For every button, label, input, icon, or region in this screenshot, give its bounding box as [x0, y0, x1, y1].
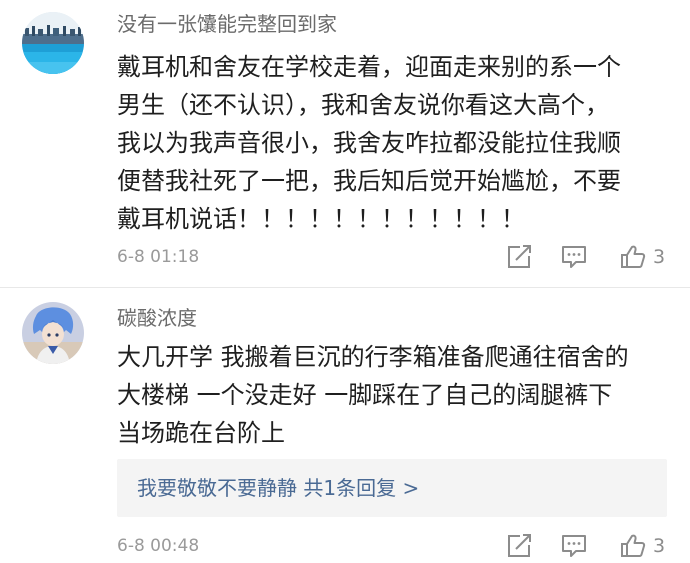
comment-text-line: 男生（还不认识），我和舍友说你看这大高个，: [117, 91, 609, 119]
comment-icon: [562, 246, 586, 268]
thumbs-up-icon: [621, 534, 646, 557]
comment-text-line: 我以为我声音很小，我舍友咋拉都没能拉住我顺: [117, 129, 621, 157]
comment-footer: 6-8 00:48 3: [117, 531, 677, 561]
avatar-icon-landscape: [22, 12, 84, 74]
like-count: 3: [653, 246, 666, 268]
comment-text: 大几开学 我搬着巨沉的行李箱准备爬通往宿舍的 大楼梯 一个没走好 一脚踩在了自己…: [117, 338, 629, 452]
comment-text: 戴耳机和舍友在学校走着，迎面走来别的系一个 男生（还不认识），我和舍友说你看这大…: [117, 48, 621, 238]
avatar-icon-anime: [22, 302, 84, 364]
username[interactable]: 没有一张馕能完整回到家: [117, 10, 337, 38]
comment-time: 6-8 01:18: [117, 247, 200, 267]
share-icon: [508, 534, 531, 557]
comment-text-line: 戴耳机和舍友在学校走着，迎面走来别的系一个: [117, 53, 621, 81]
comment-text-line: 大几开学 我搬着巨沉的行李箱准备爬通往宿舍的: [117, 343, 629, 371]
comment-time: 6-8 00:48: [117, 536, 200, 556]
user-avatar[interactable]: [22, 12, 84, 74]
thumbs-up-icon: [621, 245, 646, 268]
user-avatar[interactable]: [22, 302, 84, 364]
share-button[interactable]: [505, 243, 533, 271]
comment-icon: [562, 535, 586, 557]
comment-item: 碳酸浓度 大几开学 我搬着巨沉的行李箱准备爬通往宿舍的 大楼梯 一个没走好 一脚…: [0, 288, 690, 563]
comment-text-line: 戴耳机说话！！！！！！！！！！！！: [117, 205, 525, 233]
like-button[interactable]: [619, 243, 647, 271]
comment-footer: 6-8 01:18 3: [117, 242, 677, 272]
share-icon: [508, 245, 531, 268]
username[interactable]: 碳酸浓度: [117, 304, 197, 332]
comment-text-line: 便替我社死了一把，我后知后觉开始尴尬，不要: [117, 167, 621, 195]
comment-text-line: 当场跪在台阶上: [117, 419, 285, 447]
reply-preview[interactable]: 我要敬敬不要静静 共1条回复 >: [117, 459, 667, 517]
comment-item: 没有一张馕能完整回到家 戴耳机和舍友在学校走着，迎面走来别的系一个 男生（还不认…: [0, 0, 690, 290]
comment-text-line: 大楼梯 一个没走好 一脚踩在了自己的阔腿裤下: [117, 381, 613, 409]
comment-button[interactable]: [560, 532, 588, 560]
like-count: 3: [653, 535, 666, 557]
comment-button[interactable]: [560, 243, 588, 271]
share-button[interactable]: [505, 532, 533, 560]
like-button[interactable]: [619, 532, 647, 560]
view-replies-link[interactable]: 我要敬敬不要静静 共1条回复 >: [137, 459, 419, 517]
